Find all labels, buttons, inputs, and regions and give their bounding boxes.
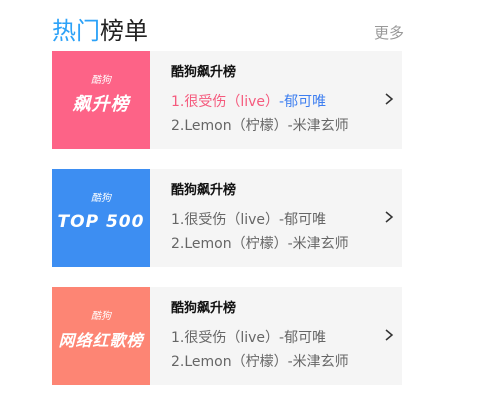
song-title: 1.很受伤（live） xyxy=(171,94,280,110)
song-item[interactable]: 2.Lemon（柠檬）-米津玄师 xyxy=(171,351,349,371)
chart-name[interactable]: 酷狗飙升榜 xyxy=(171,297,236,316)
section-title-rest: 榜单 xyxy=(100,17,148,45)
cover-title-text: TOP 500 xyxy=(57,212,145,232)
chart-cover[interactable]: 酷狗 TOP 500 xyxy=(52,169,150,267)
song-artist: -米津玄师 xyxy=(287,236,349,252)
song-title: 1.很受伤（live） xyxy=(171,330,280,346)
song-item[interactable]: 2.Lemon（柠檬）-米津玄师 xyxy=(171,115,349,135)
song-artist: -郁可唯 xyxy=(279,212,327,228)
song-artist: -郁可唯 xyxy=(279,330,327,346)
chevron-right-icon[interactable] xyxy=(385,327,394,343)
chevron-right-icon[interactable] xyxy=(385,91,394,107)
section-title: 热门榜单 xyxy=(52,14,148,48)
song-item[interactable]: 1.很受伤（live）-郁可唯 xyxy=(171,327,326,347)
song-title: 2.Lemon（柠檬） xyxy=(171,236,288,252)
song-artist: -米津玄师 xyxy=(287,354,349,370)
song-title: 2.Lemon（柠檬） xyxy=(171,118,288,134)
song-title: 1.很受伤（live） xyxy=(171,212,280,228)
song-title: 2.Lemon（柠檬） xyxy=(171,354,288,370)
section-header: 热门榜单 更多 xyxy=(52,14,404,48)
chart-cover[interactable]: 酷狗 飙升榜 xyxy=(52,51,150,149)
cover-brand-text: 酷狗 xyxy=(91,193,111,204)
more-link[interactable]: 更多 xyxy=(374,22,404,43)
chart-name[interactable]: 酷狗飙升榜 xyxy=(171,61,236,80)
song-item[interactable]: 1.很受伤（live）-郁可唯 xyxy=(171,209,326,229)
song-item[interactable]: 2.Lemon（柠檬）-米津玄师 xyxy=(171,233,349,253)
chart-card[interactable]: 酷狗 TOP 500 酷狗飙升榜 1.很受伤（live）-郁可唯 2.Lemon… xyxy=(52,169,402,267)
chart-cover[interactable]: 酷狗 网络红歌榜 xyxy=(52,287,150,385)
cover-brand-text: 酷狗 xyxy=(91,311,111,322)
chart-card[interactable]: 酷狗 网络红歌榜 酷狗飙升榜 1.很受伤（live）-郁可唯 2.Lemon（柠… xyxy=(52,287,402,385)
chart-card[interactable]: 酷狗 飙升榜 酷狗飙升榜 1.很受伤（live）-郁可唯 2.Lemon（柠檬）… xyxy=(52,51,402,149)
song-item[interactable]: 1.很受伤（live）-郁可唯 xyxy=(171,91,326,111)
chart-name[interactable]: 酷狗飙升榜 xyxy=(171,179,236,198)
song-artist: -郁可唯 xyxy=(279,94,327,110)
cover-brand-text: 酷狗 xyxy=(91,75,111,86)
song-artist: -米津玄师 xyxy=(287,118,349,134)
cover-title-text: 网络红歌榜 xyxy=(58,331,144,350)
cover-title-text: 飙升榜 xyxy=(72,94,130,115)
chevron-right-icon[interactable] xyxy=(385,209,394,225)
section-title-highlight: 热门 xyxy=(52,17,100,45)
